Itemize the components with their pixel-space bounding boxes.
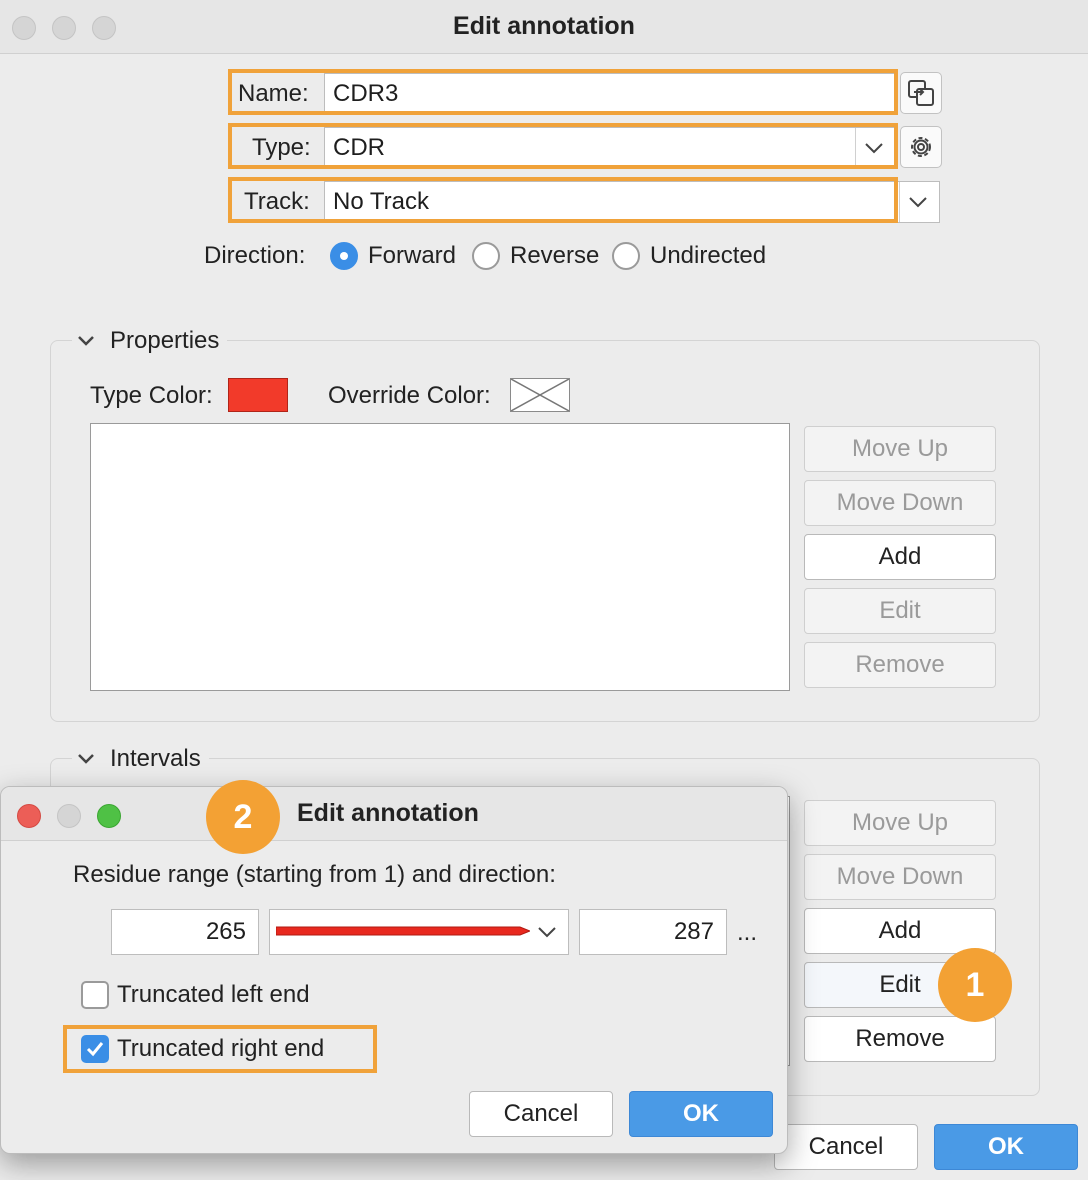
start-input[interactable]: 265 (111, 909, 259, 955)
chevron-down-icon (538, 927, 556, 938)
properties-edit-button[interactable]: Edit (804, 588, 996, 634)
sub-titlebar: Edit annotation (1, 787, 787, 841)
type-color-swatch[interactable] (228, 378, 288, 412)
properties-add-button[interactable]: Add (804, 534, 996, 580)
forward-radio[interactable] (330, 242, 358, 270)
reverse-radio[interactable] (472, 242, 500, 270)
main-ok-button[interactable]: OK (934, 1124, 1078, 1170)
sub-cancel-button[interactable]: Cancel (469, 1091, 613, 1137)
sub-close-button[interactable] (17, 804, 41, 828)
override-color-swatch[interactable] (510, 378, 570, 412)
override-color-label: Override Color: (328, 382, 491, 409)
properties-remove-button[interactable]: Remove (804, 642, 996, 688)
direction-select[interactable] (269, 909, 569, 955)
properties-title: Properties (110, 327, 220, 354)
sub-zoom-button[interactable] (97, 804, 121, 828)
track-row-highlight (228, 177, 898, 223)
chevron-down-icon (909, 197, 927, 208)
main-dialog-title: Edit annotation (453, 12, 635, 40)
type-row-highlight (228, 123, 898, 169)
copy-name-icon (908, 80, 934, 106)
gear-icon (911, 137, 931, 157)
intervals-title: Intervals (110, 745, 201, 772)
truncated-left-checkbox[interactable] (81, 981, 109, 1009)
forward-arrow-icon (276, 926, 530, 936)
type-color-label: Type Color: (90, 382, 213, 409)
sub-dialog-title: Edit annotation (297, 799, 479, 827)
main-cancel-button[interactable]: Cancel (774, 1124, 918, 1170)
properties-list[interactable] (90, 423, 790, 691)
callout-badge-1: 1 (938, 948, 1012, 1022)
no-color-icon (510, 378, 570, 412)
intervals-remove-button[interactable]: Remove (804, 1016, 996, 1062)
intervals-move-up-button[interactable]: Move Up (804, 800, 996, 846)
forward-radio-label: Forward (368, 242, 457, 269)
sub-ok-button[interactable]: OK (629, 1091, 773, 1137)
reverse-radio-label: Reverse (510, 242, 600, 269)
undirected-radio[interactable] (612, 242, 640, 270)
callout-badge-2: 2 (206, 780, 280, 854)
end-input[interactable]: 287 (579, 909, 727, 955)
direction-label: Direction: (204, 242, 306, 269)
sub-minimize-button[interactable] (57, 804, 81, 828)
main-titlebar: Edit annotation (0, 0, 1088, 54)
sub-dialog: Edit annotation Residue range (starting … (0, 786, 788, 1154)
properties-move-down-button[interactable]: Move Down (804, 480, 996, 526)
chevron-down-icon (78, 336, 94, 346)
truncated-left-label: Truncated left end (117, 981, 310, 1008)
properties-section-header[interactable]: Properties (72, 326, 228, 356)
name-row-highlight (228, 69, 898, 115)
chevron-down-icon (78, 754, 94, 764)
end-value: 287 (673, 918, 714, 945)
more-options-button[interactable]: ... (737, 919, 757, 947)
properties-move-up-button[interactable]: Move Up (804, 426, 996, 472)
copy-name-button[interactable] (900, 72, 942, 114)
intervals-section-header[interactable]: Intervals (72, 744, 209, 774)
intervals-add-button[interactable]: Add (804, 908, 996, 954)
truncated-right-highlight (63, 1025, 377, 1073)
intervals-move-down-button[interactable]: Move Down (804, 854, 996, 900)
range-label: Residue range (starting from 1) and dire… (73, 861, 556, 888)
start-value: 265 (205, 918, 246, 945)
undirected-radio-label: Undirected (650, 242, 767, 269)
type-settings-button[interactable] (900, 126, 942, 168)
